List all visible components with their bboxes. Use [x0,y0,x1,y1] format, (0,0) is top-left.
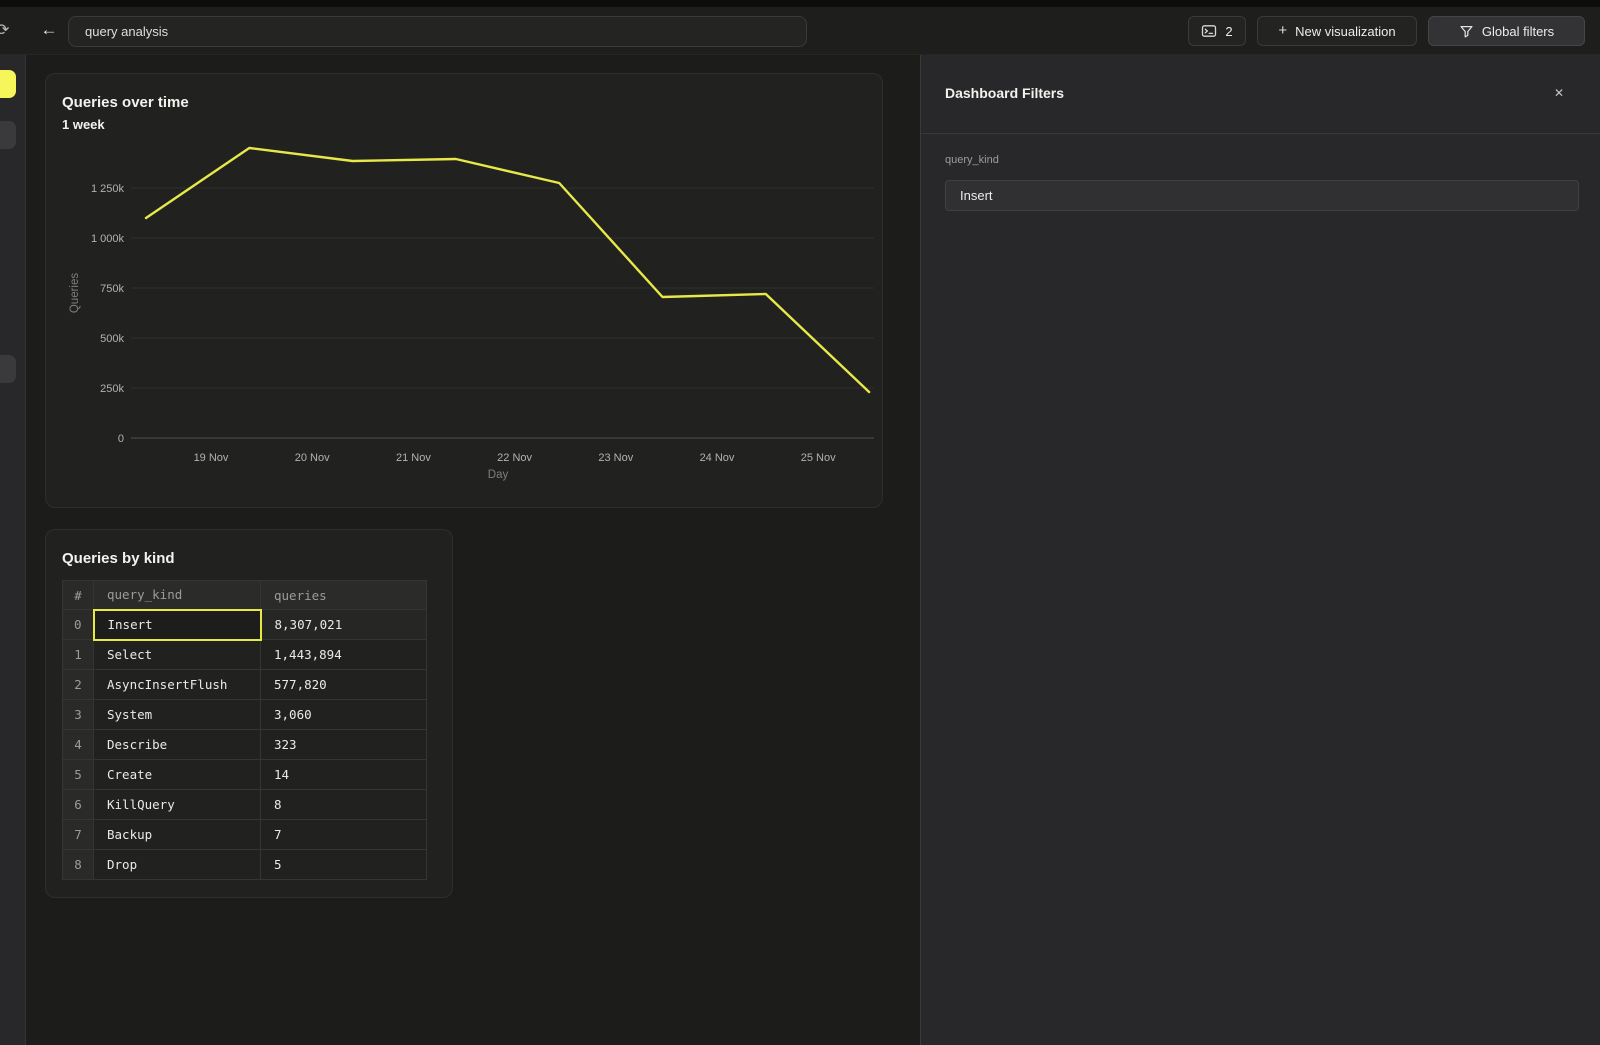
filters-panel-title: Dashboard Filters [945,85,1064,101]
main-content: Queries over time 1 week 0 250k 500k 750k 1 … [27,55,920,1045]
close-icon[interactable]: ✕ [1550,84,1568,102]
cell-query-kind[interactable]: Create [94,760,261,790]
queries-over-time-card: Queries over time 1 week 0 250k 500k 750k 1 … [45,73,883,508]
console-icon [1201,23,1217,39]
column-header-query-kind: query_kind [94,581,261,610]
queries-by-kind-card: Queries by kind # query_kind queries 0In… [45,529,453,898]
cell-query-kind[interactable]: Select [94,640,261,670]
table-row: 7Backup7 [63,820,427,850]
x-tick-label: 21 Nov [396,452,431,464]
cell-row-index[interactable]: 8 [63,850,94,880]
y-tick-label: 250k [100,383,124,395]
x-axis-title: Day [488,469,509,481]
table-header-row: # query_kind queries [63,581,427,610]
new-visualization-button[interactable]: + New visualization [1257,16,1417,46]
new-visualization-label: New visualization [1295,24,1395,39]
chart-title: Queries over time [62,94,189,111]
cell-query-kind[interactable]: AsyncInsertFlush [94,670,261,700]
cell-queries[interactable]: 5 [261,850,427,880]
cell-query-kind[interactable]: KillQuery [94,790,261,820]
topbar: ⟳ ← 2 + New visualization Global filters [0,7,1600,55]
table-title: Queries by kind [62,550,175,567]
chart-subtitle: 1 week [62,117,105,132]
cell-row-index[interactable]: 7 [63,820,94,850]
cell-query-kind[interactable]: Backup [94,820,261,850]
x-tick-label: 23 Nov [598,452,633,464]
sidebar-tile[interactable] [0,355,16,383]
table-row: 0Insert8,307,021 [63,610,427,640]
cell-queries[interactable]: 3,060 [261,700,427,730]
table-row: 3System3,060 [63,700,427,730]
refresh-icon[interactable]: ⟳ [0,21,16,41]
y-tick-label: 0 [118,433,124,445]
table-row: 8Drop5 [63,850,427,880]
dashboard-filters-panel: Dashboard Filters ✕ query_kind [920,55,1600,1045]
dashboard-title-input[interactable] [68,16,807,47]
cell-row-index[interactable]: 4 [63,730,94,760]
cell-query-kind[interactable]: System [94,700,261,730]
funnel-icon [1459,24,1474,39]
global-filters-button[interactable]: Global filters [1428,16,1585,46]
table-row: 4Describe323 [63,730,427,760]
cell-row-index[interactable]: 6 [63,790,94,820]
y-tick-label: 1 250k [91,183,125,195]
cell-queries[interactable]: 8,307,021 [261,610,427,640]
sidebar-tile-active[interactable] [0,70,16,98]
table-row: 5Create14 [63,760,427,790]
table-row: 1Select1,443,894 [63,640,427,670]
y-tick-label: 750k [100,283,124,295]
series-queries-line[interactable] [146,148,869,392]
cell-row-index[interactable]: 0 [63,610,94,640]
y-tick-label: 500k [100,333,124,345]
table-row: 6KillQuery8 [63,790,427,820]
column-header-index: # [63,581,94,610]
cell-row-index[interactable]: 2 [63,670,94,700]
cell-query-kind[interactable]: Describe [94,730,261,760]
plus-icon: + [1278,22,1287,39]
y-tick-label: 1 000k [91,233,125,245]
cell-queries[interactable]: 323 [261,730,427,760]
sql-console-button[interactable]: 2 [1188,16,1246,46]
x-tick-label: 25 Nov [801,452,836,464]
window-top-strip [0,0,1600,7]
console-count: 2 [1225,24,1232,39]
x-tick-label: 24 Nov [700,452,735,464]
queries-by-kind-table: # query_kind queries 0Insert8,307,0211Se… [62,580,427,880]
query-kind-filter-input[interactable] [945,180,1579,211]
x-tick-label: 19 Nov [194,452,229,464]
cell-queries[interactable]: 1,443,894 [261,640,427,670]
x-tick-label: 20 Nov [295,452,330,464]
cell-row-index[interactable]: 3 [63,700,94,730]
cell-queries[interactable]: 8 [261,790,427,820]
cell-queries[interactable]: 14 [261,760,427,790]
x-tick-label: 22 Nov [497,452,532,464]
sidebar-tile[interactable] [0,121,16,149]
cell-queries[interactable]: 577,820 [261,670,427,700]
global-filters-label: Global filters [1482,24,1554,39]
cell-query-kind[interactable]: Drop [94,850,261,880]
left-sidebar [0,55,26,1045]
cell-row-index[interactable]: 5 [63,760,94,790]
cell-query-kind[interactable]: Insert [94,610,261,640]
column-header-queries: queries [261,581,427,610]
table-row: 2AsyncInsertFlush577,820 [63,670,427,700]
dashboard-app: ⟳ ← 2 + New visualization Global filters [0,0,1600,1045]
cell-row-index[interactable]: 1 [63,640,94,670]
panel-divider [921,133,1600,134]
y-axis-title: Queries [69,273,81,314]
back-button[interactable]: ← [38,19,60,41]
queries-line-chart[interactable]: 0 250k 500k 750k 1 000k 1 250k 19 Nov 20 Nov 21 … [46,134,882,486]
cell-queries[interactable]: 7 [261,820,427,850]
query-kind-filter-label: query_kind [945,154,999,166]
